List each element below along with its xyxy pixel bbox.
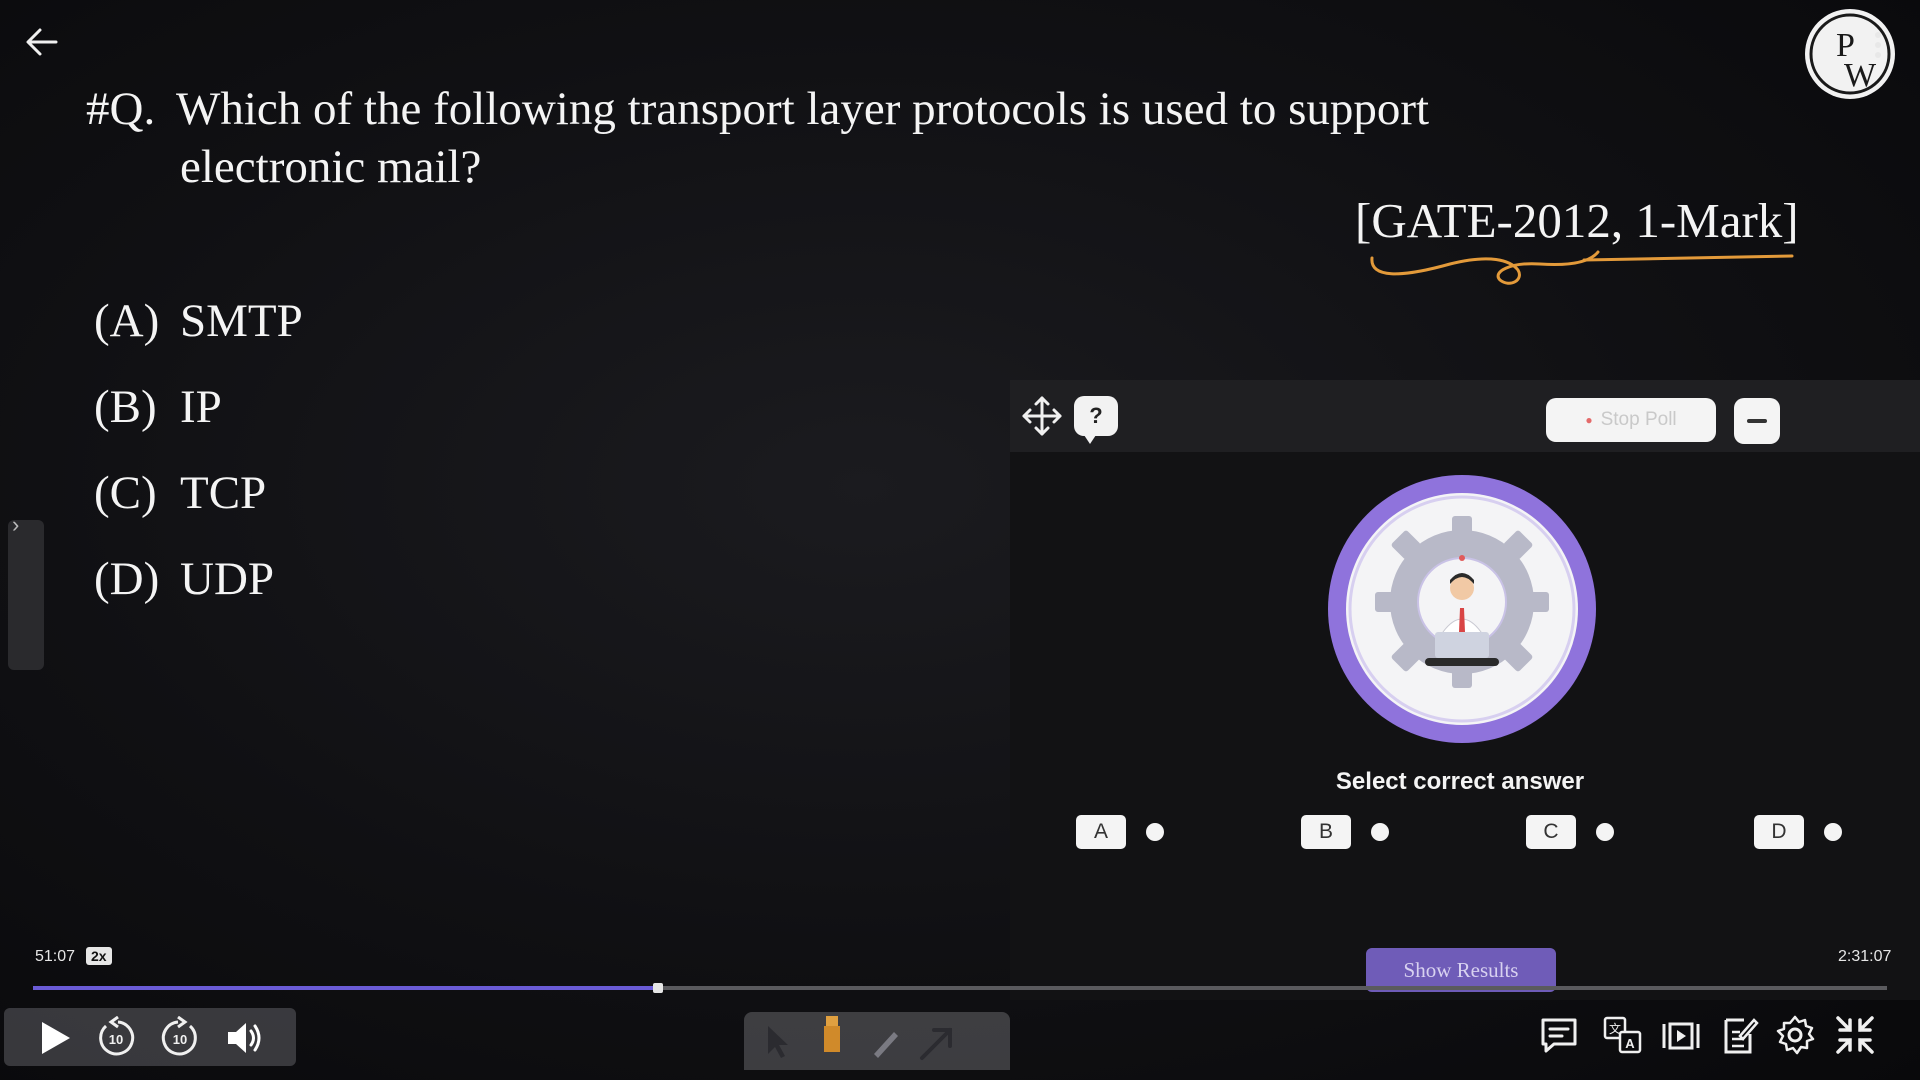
kebab-icon[interactable] bbox=[1870, 28, 1886, 68]
side-panel-handle[interactable] bbox=[8, 520, 44, 670]
highlighter-icon[interactable] bbox=[810, 1012, 854, 1056]
help-icon[interactable]: ? bbox=[1074, 396, 1118, 444]
translate-icon[interactable]: 文 A bbox=[1602, 1014, 1644, 1056]
minus-icon bbox=[1747, 419, 1767, 423]
options-list: (A) SMTP (B) IP (C) TCP (D) UDP bbox=[94, 278, 303, 622]
playlist-icon[interactable] bbox=[1660, 1014, 1702, 1056]
option-a: (A) SMTP bbox=[94, 278, 303, 364]
option-d: (D) UDP bbox=[94, 536, 303, 622]
radio-icon[interactable] bbox=[1146, 823, 1164, 841]
option-c: (C) TCP bbox=[94, 450, 303, 536]
poll-header: ? ● Stop Poll bbox=[1010, 380, 1920, 452]
time-current: 51:07 bbox=[35, 948, 76, 965]
option-letter: (D) bbox=[94, 553, 160, 605]
choice-label: C bbox=[1526, 815, 1576, 849]
exit-fullscreen-icon[interactable] bbox=[1834, 1014, 1876, 1056]
play-icon[interactable] bbox=[32, 1016, 76, 1060]
forward-label: 10 bbox=[173, 1032, 187, 1047]
right-toolbar: 文 A bbox=[1538, 1010, 1898, 1060]
choice-label: D bbox=[1754, 815, 1804, 849]
question-line-2: electronic mail? bbox=[180, 141, 482, 193]
player-controls: 10 10 bbox=[4, 1008, 296, 1066]
speed-badge[interactable]: 2x bbox=[86, 947, 112, 965]
svg-text:A: A bbox=[1625, 1036, 1635, 1051]
select-answer-label: Select correct answer bbox=[1335, 768, 1585, 795]
poll-illustration bbox=[1328, 475, 1596, 743]
record-dot-icon: ● bbox=[1585, 413, 1593, 427]
option-text: TCP bbox=[180, 467, 267, 519]
radio-icon[interactable] bbox=[1596, 823, 1614, 841]
choice-label: B bbox=[1301, 815, 1351, 849]
option-text: IP bbox=[180, 381, 222, 433]
progress-bar[interactable] bbox=[33, 983, 1887, 993]
drawing-tools bbox=[744, 1012, 1010, 1070]
forward-icon[interactable]: 10 bbox=[158, 1016, 202, 1060]
choice-c[interactable]: C bbox=[1526, 812, 1614, 852]
choice-label: A bbox=[1076, 815, 1126, 849]
time-total: 2:31:07 bbox=[1838, 948, 1892, 965]
option-letter: (A) bbox=[94, 295, 160, 347]
volume-icon[interactable] bbox=[222, 1016, 266, 1060]
chat-icon[interactable] bbox=[1538, 1014, 1580, 1056]
stop-poll-label: Stop Poll bbox=[1600, 409, 1677, 431]
pointer-icon[interactable] bbox=[756, 1020, 800, 1064]
option-b: (B) IP bbox=[94, 364, 303, 450]
option-letter: (B) bbox=[94, 381, 157, 433]
question-line-1: Which of the following transport layer p… bbox=[176, 83, 1430, 135]
radio-icon[interactable] bbox=[1824, 823, 1842, 841]
rewind-label: 10 bbox=[109, 1032, 123, 1047]
rewind-icon[interactable]: 10 bbox=[94, 1016, 138, 1060]
option-text: UDP bbox=[180, 553, 275, 605]
svg-text:文: 文 bbox=[1609, 1021, 1621, 1036]
progress-fill bbox=[33, 986, 658, 990]
annotation-underline bbox=[1370, 250, 1794, 285]
minimize-button[interactable] bbox=[1734, 398, 1780, 444]
question-source: [GATE-2012, 1-Mark] bbox=[1355, 193, 1799, 248]
arrow-tool-icon[interactable] bbox=[914, 1020, 958, 1064]
choice-a[interactable]: A bbox=[1076, 812, 1164, 852]
stop-poll-button[interactable]: ● Stop Poll bbox=[1546, 398, 1716, 442]
choice-b[interactable]: B bbox=[1301, 812, 1389, 852]
chevron-right-icon[interactable]: › bbox=[12, 512, 19, 538]
notes-icon[interactable] bbox=[1718, 1014, 1760, 1056]
move-icon[interactable] bbox=[1020, 394, 1064, 438]
settings-icon[interactable] bbox=[1774, 1014, 1816, 1056]
progress-knob[interactable] bbox=[652, 983, 663, 993]
choice-d[interactable]: D bbox=[1754, 812, 1842, 852]
question-number: #Q. bbox=[86, 83, 156, 135]
pen-icon[interactable] bbox=[864, 1020, 908, 1064]
option-letter: (C) bbox=[94, 467, 157, 519]
radio-icon[interactable] bbox=[1371, 823, 1389, 841]
video-stage: P W #Q. Which of the following transport … bbox=[0, 0, 1920, 1080]
option-text: SMTP bbox=[180, 295, 303, 347]
back-arrow-icon[interactable] bbox=[22, 22, 62, 62]
poll-panel: ? ● Stop Poll Select correct answer A B … bbox=[1010, 380, 1920, 1000]
question-text: #Q. Which of the following transport laye… bbox=[86, 80, 1586, 196]
